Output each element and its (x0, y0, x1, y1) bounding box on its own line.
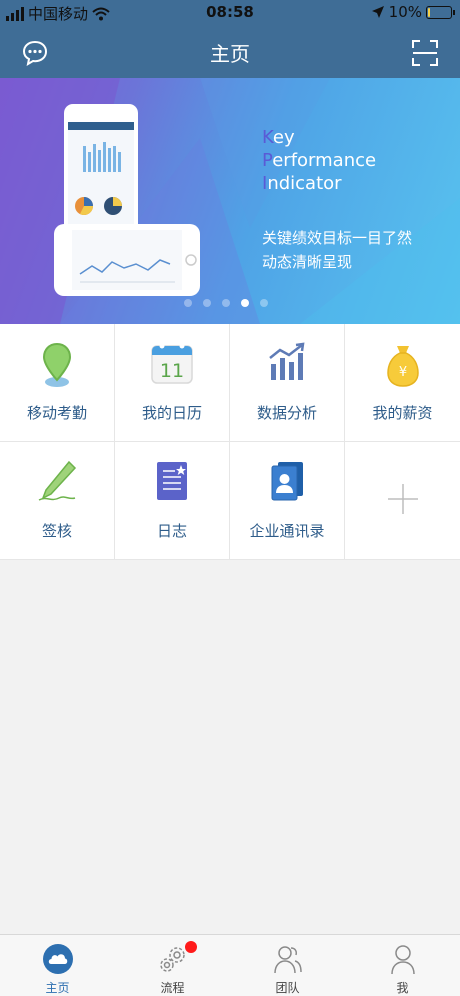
grid-item-log[interactable]: 日志 (115, 442, 230, 560)
calendar-day: 11 (160, 360, 184, 382)
grid-item-calendar[interactable]: 11 我的日历 (115, 324, 230, 442)
calendar-icon: 11 (151, 343, 193, 384)
team-icon (273, 946, 302, 974)
carousel-dots[interactable] (184, 299, 268, 307)
feature-grid: 移动考勤 11 我的日历 数据分析 ¥ 我的薪资 签核 日志 企业通讯录 (0, 324, 460, 560)
grid-item-data-analysis[interactable]: 数据分析 (230, 324, 345, 442)
notification-badge (185, 941, 197, 953)
contacts-book-icon (271, 462, 303, 501)
home-cloud-icon (42, 944, 73, 974)
battery-icon (426, 5, 455, 19)
tab-bar: 主页 流程 团队 我 (0, 934, 460, 996)
tab-me[interactable]: 我 (345, 935, 460, 996)
process-gears-icon (159, 947, 185, 972)
status-bar: 中国移动 08:58 10% (0, 0, 460, 26)
banner-subtitle: 关键绩效目标一目了然 动态清晰呈现 (262, 229, 413, 271)
phone-illustration (54, 104, 200, 296)
kpi-line-performance: Performance (262, 150, 377, 171)
page-title: 主页 (210, 42, 250, 66)
pen-sign-icon (38, 460, 77, 501)
bar-chart-icon (269, 342, 305, 380)
carousel-dot-active[interactable] (241, 299, 249, 307)
kpi-banner[interactable]: Key Performance Indicator 关键绩效目标一目了然 动态清… (0, 78, 460, 324)
grid-item-add[interactable] (345, 442, 460, 560)
log-book-icon (157, 462, 187, 500)
status-right: 10% (371, 3, 455, 21)
location-pin-icon (42, 342, 72, 387)
kpi-line-indicator: Indicator (262, 173, 342, 194)
grid-item-approval[interactable]: 签核 (0, 442, 115, 560)
carousel-dot[interactable] (184, 299, 192, 307)
money-bag-icon: ¥ (386, 346, 419, 387)
tab-team[interactable]: 团队 (230, 935, 345, 996)
me-icon (390, 945, 415, 975)
carousel-dot[interactable] (203, 299, 211, 307)
nav-bar: 主页 (0, 26, 460, 78)
battery-percent: 10% (388, 3, 422, 21)
carousel-dot[interactable] (222, 299, 230, 307)
tab-home[interactable]: 主页 (0, 935, 115, 996)
grid-item-contacts[interactable]: 企业通讯录 (230, 442, 345, 560)
scan-icon[interactable] (412, 40, 438, 66)
add-icon (387, 484, 418, 514)
currency-symbol: ¥ (398, 365, 406, 380)
grid-item-salary[interactable]: ¥ 我的薪资 (345, 324, 460, 442)
carousel-dot[interactable] (260, 299, 268, 307)
kpi-title: Key Performance Indicator (262, 126, 376, 195)
grid-item-attendance[interactable]: 移动考勤 (0, 324, 115, 442)
kpi-line-key: Key (262, 127, 295, 148)
location-arrow-icon (371, 6, 384, 18)
tab-process[interactable]: 流程 (115, 935, 230, 996)
